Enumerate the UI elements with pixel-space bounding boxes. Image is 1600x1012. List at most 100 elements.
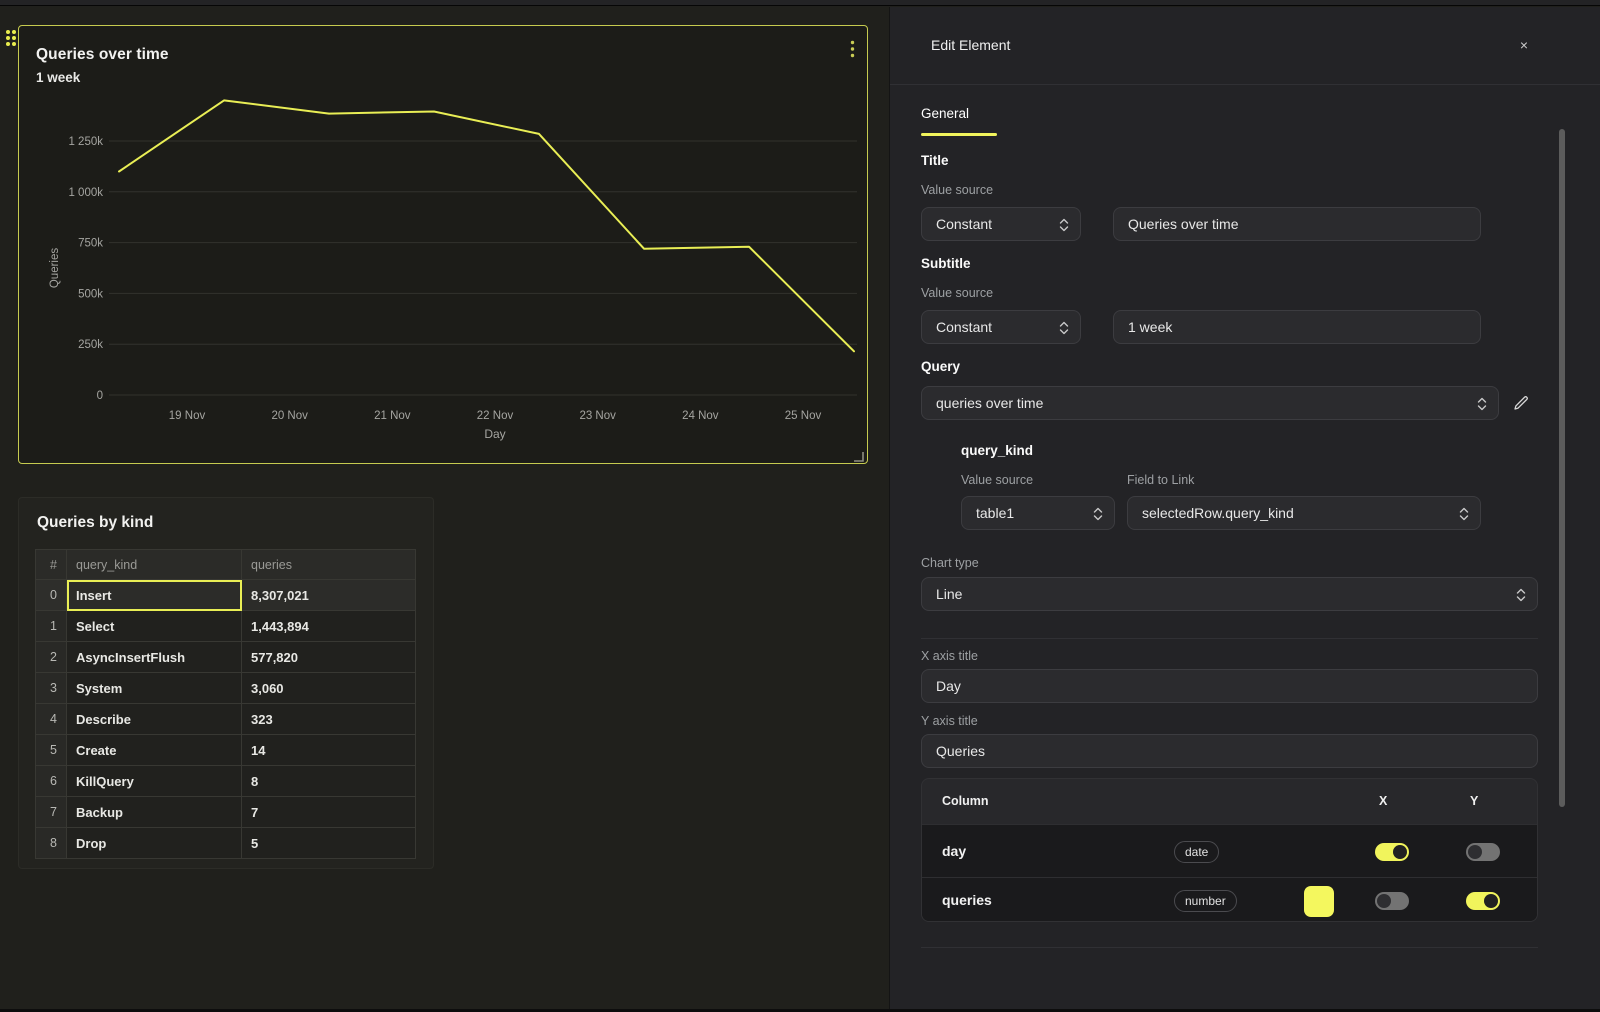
table-row: 8Drop5	[36, 828, 416, 859]
subtitle-value-input[interactable]	[1113, 310, 1481, 344]
table-cell[interactable]: 7	[242, 797, 416, 828]
subtitle-source-select[interactable]: Constant	[921, 310, 1081, 344]
table-row: 0Insert8,307,021	[36, 580, 416, 611]
column-name: queries	[942, 892, 992, 908]
svg-text:750k: 750k	[78, 238, 103, 250]
chevron-updown-icon	[1515, 587, 1527, 603]
toggle-knob	[1484, 894, 1498, 908]
svg-text:22 Nov: 22 Nov	[477, 410, 514, 422]
row-index-cell: 8	[36, 828, 67, 859]
table-column-header: queries	[242, 550, 416, 580]
table-cell[interactable]: KillQuery	[67, 766, 242, 797]
chevron-updown-icon	[1092, 506, 1104, 522]
subtitle-section-heading: Subtitle	[921, 256, 971, 271]
section-divider	[921, 638, 1538, 639]
svg-text:500k: 500k	[78, 288, 103, 300]
column-queries-y-toggle[interactable]	[1466, 892, 1500, 910]
chart-title: Queries over time	[36, 46, 169, 64]
column-mapping-row-queries: queries number	[922, 877, 1537, 922]
y-axis-title-input[interactable]	[921, 734, 1538, 768]
query-select-value: queries over time	[936, 395, 1043, 411]
chart-panel[interactable]: Queries over time 1 week 0250k500k750k1 …	[18, 25, 868, 464]
table-row: 2AsyncInsertFlush577,820	[36, 642, 416, 673]
svg-text:Day: Day	[484, 427, 505, 441]
chevron-updown-icon	[1458, 506, 1470, 522]
chart-type-select[interactable]: Line	[921, 577, 1538, 611]
close-icon[interactable]: ×	[1514, 35, 1534, 55]
title-value-source-label: Value source	[921, 183, 993, 197]
table-cell[interactable]: AsyncInsertFlush	[67, 642, 242, 673]
row-index-cell: 3	[36, 673, 67, 704]
chart-type-value: Line	[936, 586, 962, 602]
column-queries-x-toggle[interactable]	[1375, 892, 1409, 910]
row-index-cell: 4	[36, 704, 67, 735]
table-cell[interactable]: Drop	[67, 828, 242, 859]
x-axis-title-input[interactable]	[921, 669, 1538, 703]
column-day-x-toggle[interactable]	[1375, 843, 1409, 861]
svg-text:1 250k: 1 250k	[68, 136, 103, 148]
title-source-value: Constant	[936, 216, 992, 232]
table-panel: Queries by kind #query_kindqueries0Inser…	[18, 497, 434, 869]
series-color-swatch[interactable]	[1304, 886, 1334, 917]
table-cell[interactable]: Describe	[67, 704, 242, 735]
panel-scrollbar[interactable]	[1559, 129, 1565, 807]
section-divider	[921, 947, 1538, 948]
selected-table-cell[interactable]: Insert	[67, 580, 242, 611]
resize-handle[interactable]	[853, 449, 865, 461]
tab-general[interactable]: General	[921, 106, 969, 121]
toggle-knob	[1393, 845, 1407, 859]
header-divider	[890, 84, 1600, 85]
field-to-link-select[interactable]: selectedRow.query_kind	[1127, 496, 1481, 530]
toggle-knob	[1468, 845, 1482, 859]
chevron-updown-icon	[1058, 217, 1070, 233]
kebab-menu-icon[interactable]	[845, 40, 859, 62]
y-header-label: Y	[1470, 794, 1478, 808]
table-cell[interactable]: 8	[242, 766, 416, 797]
query-kind-source-select[interactable]: table1	[961, 496, 1115, 530]
table-cell[interactable]: Backup	[67, 797, 242, 828]
table-column-header: #	[36, 550, 67, 580]
table-cell[interactable]: 14	[242, 735, 416, 766]
svg-text:0: 0	[97, 390, 103, 402]
chevron-updown-icon	[1058, 320, 1070, 336]
table-cell[interactable]: Create	[67, 735, 242, 766]
line-chart: 0250k500k750k1 000k1 250k19 Nov20 Nov21 …	[19, 26, 868, 465]
table-cell[interactable]: 8,307,021	[242, 580, 416, 611]
y-axis-title-label: Y axis title	[921, 714, 978, 728]
chart-type-label: Chart type	[921, 556, 979, 570]
x-axis-title-label: X axis title	[921, 649, 978, 663]
subtitle-source-value: Constant	[936, 319, 992, 335]
row-index-cell: 1	[36, 611, 67, 642]
chevron-updown-icon	[1476, 396, 1488, 412]
kebab-dots-icon	[850, 40, 855, 58]
svg-text:Queries: Queries	[49, 248, 61, 289]
title-value-input[interactable]	[1113, 207, 1481, 241]
x-header-label: X	[1379, 794, 1387, 808]
table-cell[interactable]: 3,060	[242, 673, 416, 704]
resize-corner-icon	[853, 451, 864, 462]
column-day-y-toggle[interactable]	[1466, 843, 1500, 861]
edit-query-button[interactable]	[1510, 393, 1532, 415]
row-index-cell: 7	[36, 797, 67, 828]
table-cell[interactable]: System	[67, 673, 242, 704]
query-select[interactable]: queries over time	[921, 386, 1499, 420]
columns-card-header: Column X Y	[922, 779, 1537, 824]
table-cell[interactable]: 577,820	[242, 642, 416, 673]
column-type-badge: date	[1174, 841, 1219, 863]
table-row: 3System3,060	[36, 673, 416, 704]
svg-text:1 000k: 1 000k	[68, 187, 103, 199]
tab-active-underline	[921, 133, 997, 136]
drag-dots-icon	[4, 28, 18, 48]
title-source-select[interactable]: Constant	[921, 207, 1081, 241]
table-cell[interactable]: 5	[242, 828, 416, 859]
table-column-header: query_kind	[67, 550, 242, 580]
svg-text:24 Nov: 24 Nov	[682, 410, 719, 422]
table-title: Queries by kind	[37, 514, 153, 532]
field-to-link-label: Field to Link	[1127, 473, 1194, 487]
column-type-badge: number	[1174, 890, 1237, 912]
table-cell[interactable]: 323	[242, 704, 416, 735]
table-cell[interactable]: Select	[67, 611, 242, 642]
table-cell[interactable]: 1,443,894	[242, 611, 416, 642]
row-index-cell: 2	[36, 642, 67, 673]
query-kind-heading: query_kind	[961, 443, 1033, 458]
